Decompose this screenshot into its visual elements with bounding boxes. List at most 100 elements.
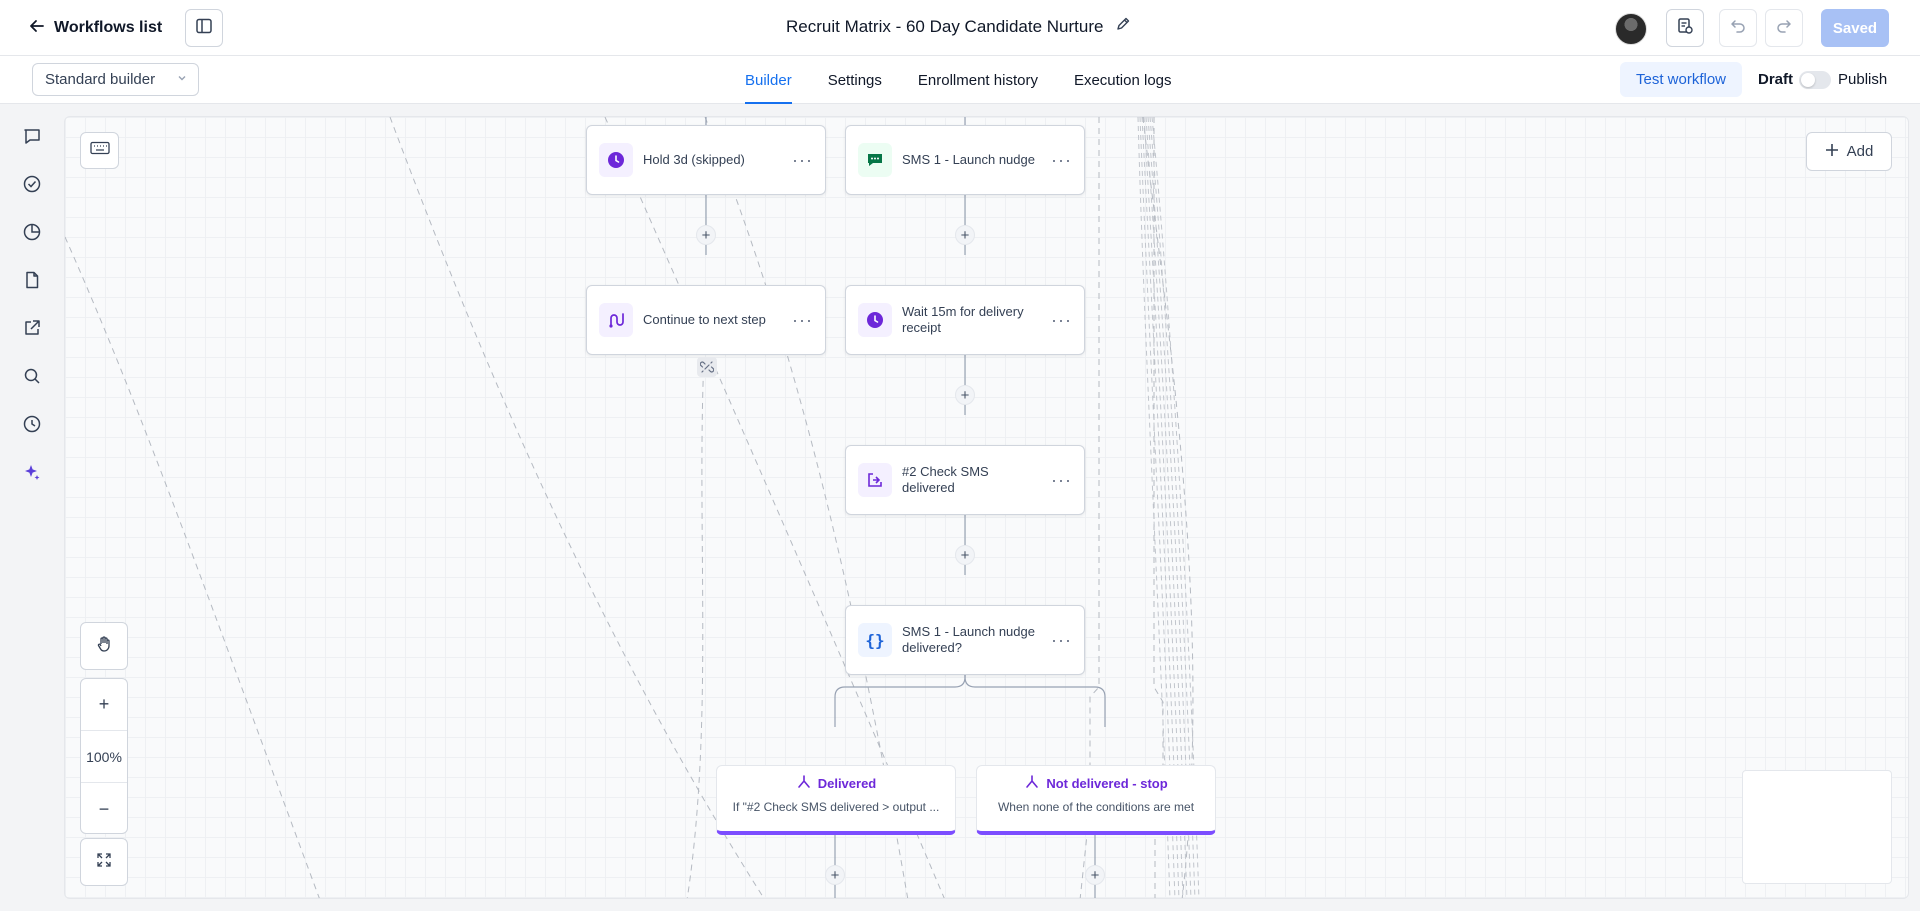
more-options-icon[interactable]: ··· <box>1051 311 1072 329</box>
branch-not-delivered[interactable]: Not delivered - stop When none of the co… <box>976 765 1216 835</box>
node-hold[interactable]: Hold 3d (skipped) ··· <box>586 125 826 195</box>
publish-label: Publish <box>1838 71 1888 88</box>
add-step-button[interactable]: + <box>825 865 845 885</box>
unlink-icon[interactable] <box>697 357 717 377</box>
undo-icon <box>1729 17 1747 40</box>
secondary-bar: Standard builder Builder Settings Enroll… <box>0 56 1920 104</box>
arrow-left-icon <box>28 17 46 40</box>
more-options-icon[interactable]: ··· <box>1051 631 1072 649</box>
plus-icon: + <box>960 226 970 244</box>
test-workflow-button[interactable]: Test workflow <box>1620 62 1742 97</box>
clock-icon <box>599 143 633 177</box>
back-label: Workflows list <box>54 19 163 36</box>
left-icon-rail <box>0 104 64 911</box>
external-link-icon[interactable] <box>20 316 44 340</box>
sms-icon <box>858 143 892 177</box>
add-button[interactable]: Add <box>1806 132 1892 171</box>
edit-pencil-icon[interactable] <box>1115 16 1131 37</box>
node-label: Wait 15m for delivery receipt <box>902 304 1024 335</box>
tab-execution-logs[interactable]: Execution logs <box>1074 56 1172 104</box>
builder-mode-select[interactable]: Standard builder <box>32 63 199 96</box>
search-icon[interactable] <box>20 364 44 388</box>
sparkle-icon[interactable] <box>20 460 44 484</box>
node-label: #2 Check SMS delivered <box>902 464 989 495</box>
zoom-level: 100% <box>81 731 127 783</box>
chevron-down-icon <box>176 71 188 88</box>
branch-icon <box>796 774 812 793</box>
plus-icon <box>1825 143 1839 161</box>
tab-builder[interactable]: Builder <box>745 56 792 104</box>
node-condition-delivered[interactable]: {} SMS 1 - Launch nudge delivered? ··· <box>845 605 1085 675</box>
tab-enrollment-history[interactable]: Enrollment history <box>918 56 1038 104</box>
undo-button[interactable] <box>1719 9 1757 47</box>
add-step-button[interactable]: + <box>955 385 975 405</box>
tab-settings[interactable]: Settings <box>828 56 882 104</box>
goto-icon <box>599 303 633 337</box>
clock-icon <box>858 303 892 337</box>
add-button-label: Add <box>1846 143 1874 160</box>
zoom-in-button[interactable]: + <box>81 679 127 731</box>
add-step-button[interactable]: + <box>696 225 716 245</box>
more-options-icon[interactable]: ··· <box>792 151 813 169</box>
check-circle-icon[interactable] <box>20 172 44 196</box>
hand-icon <box>95 635 113 658</box>
history-icon[interactable] <box>20 412 44 436</box>
workflow-title-group: Recruit Matrix - 60 Day Candidate Nurtur… <box>786 16 1131 37</box>
node-label: SMS 1 - Launch nudge <box>902 152 1035 167</box>
node-check-sms-delivered[interactable]: #2 Check SMS delivered ··· <box>845 445 1085 515</box>
top-bar: Workflows list Recruit Matrix - 60 Day C… <box>0 0 1920 56</box>
branch-delivered[interactable]: Delivered If "#2 Check SMS delivered > o… <box>716 765 956 835</box>
workflow-canvas[interactable]: Add Hold 3d (skipped) ··· SMS 1 - Launch… <box>64 116 1909 899</box>
branch-title: Not delivered - stop <box>1046 776 1168 791</box>
node-label: SMS 1 - Launch nudge delivered? <box>902 624 1035 655</box>
braces-icon: {} <box>858 623 892 657</box>
plus-icon: + <box>960 546 970 564</box>
node-sms-launch-nudge[interactable]: SMS 1 - Launch nudge ··· <box>845 125 1085 195</box>
pan-mode-button[interactable] <box>80 622 128 670</box>
chat-icon[interactable] <box>20 124 44 148</box>
redo-icon <box>1775 17 1793 40</box>
branch-title: Delivered <box>817 776 877 791</box>
minimap[interactable] <box>1742 770 1892 884</box>
add-step-button[interactable]: + <box>1085 865 1105 885</box>
node-wait-delivery[interactable]: Wait 15m for delivery receipt ··· <box>845 285 1085 355</box>
user-avatar[interactable] <box>1615 13 1647 45</box>
branch-icon <box>1024 774 1040 793</box>
builder-mode-value: Standard builder <box>45 71 156 88</box>
more-options-icon[interactable]: ··· <box>1051 471 1072 489</box>
pie-chart-icon[interactable] <box>20 220 44 244</box>
add-step-button[interactable]: + <box>955 225 975 245</box>
draft-label: Draft <box>1758 71 1794 88</box>
keyboard-icon <box>89 141 110 160</box>
keyboard-shortcuts-button[interactable] <box>80 132 119 169</box>
file-icon[interactable] <box>20 268 44 292</box>
more-options-icon[interactable]: ··· <box>1051 151 1072 169</box>
zoom-out-button[interactable]: − <box>81 783 127 835</box>
more-options-icon[interactable]: ··· <box>792 311 813 329</box>
plus-icon: + <box>701 226 711 244</box>
plus-icon: + <box>960 386 970 404</box>
zoom-level-value: 100% <box>86 748 122 765</box>
plus-icon: + <box>1090 866 1100 884</box>
node-continue-next-step[interactable]: Continue to next step ··· <box>586 285 826 355</box>
workflow-title: Recruit Matrix - 60 Day Candidate Nurtur… <box>786 16 1104 36</box>
fit-view-button[interactable] <box>80 838 128 886</box>
saved-button[interactable]: Saved <box>1821 9 1889 47</box>
expand-icon <box>96 852 112 873</box>
workflow-tabs: Builder Settings Enrollment history Exec… <box>745 56 1172 104</box>
publish-toggle[interactable] <box>1799 71 1831 89</box>
add-step-button[interactable]: + <box>955 545 975 565</box>
plus-icon: + <box>830 866 840 884</box>
document-check-icon <box>1676 17 1694 40</box>
branch-subtitle: When none of the conditions are met <box>997 800 1195 814</box>
node-label: Hold 3d (skipped) <box>643 152 745 167</box>
redo-button[interactable] <box>1765 9 1803 47</box>
node-label: Continue to next step <box>643 312 766 327</box>
sidebar-panel-icon <box>195 17 213 40</box>
workflow-notes-button[interactable] <box>1666 9 1704 47</box>
branch-subtitle: If "#2 Check SMS delivered > output ... <box>732 800 940 814</box>
zoom-controls: + 100% − <box>80 678 128 834</box>
back-to-workflows-button[interactable]: Workflows list <box>28 14 162 42</box>
webhook-icon <box>858 463 892 497</box>
toggle-sidebar-button[interactable] <box>185 9 223 47</box>
